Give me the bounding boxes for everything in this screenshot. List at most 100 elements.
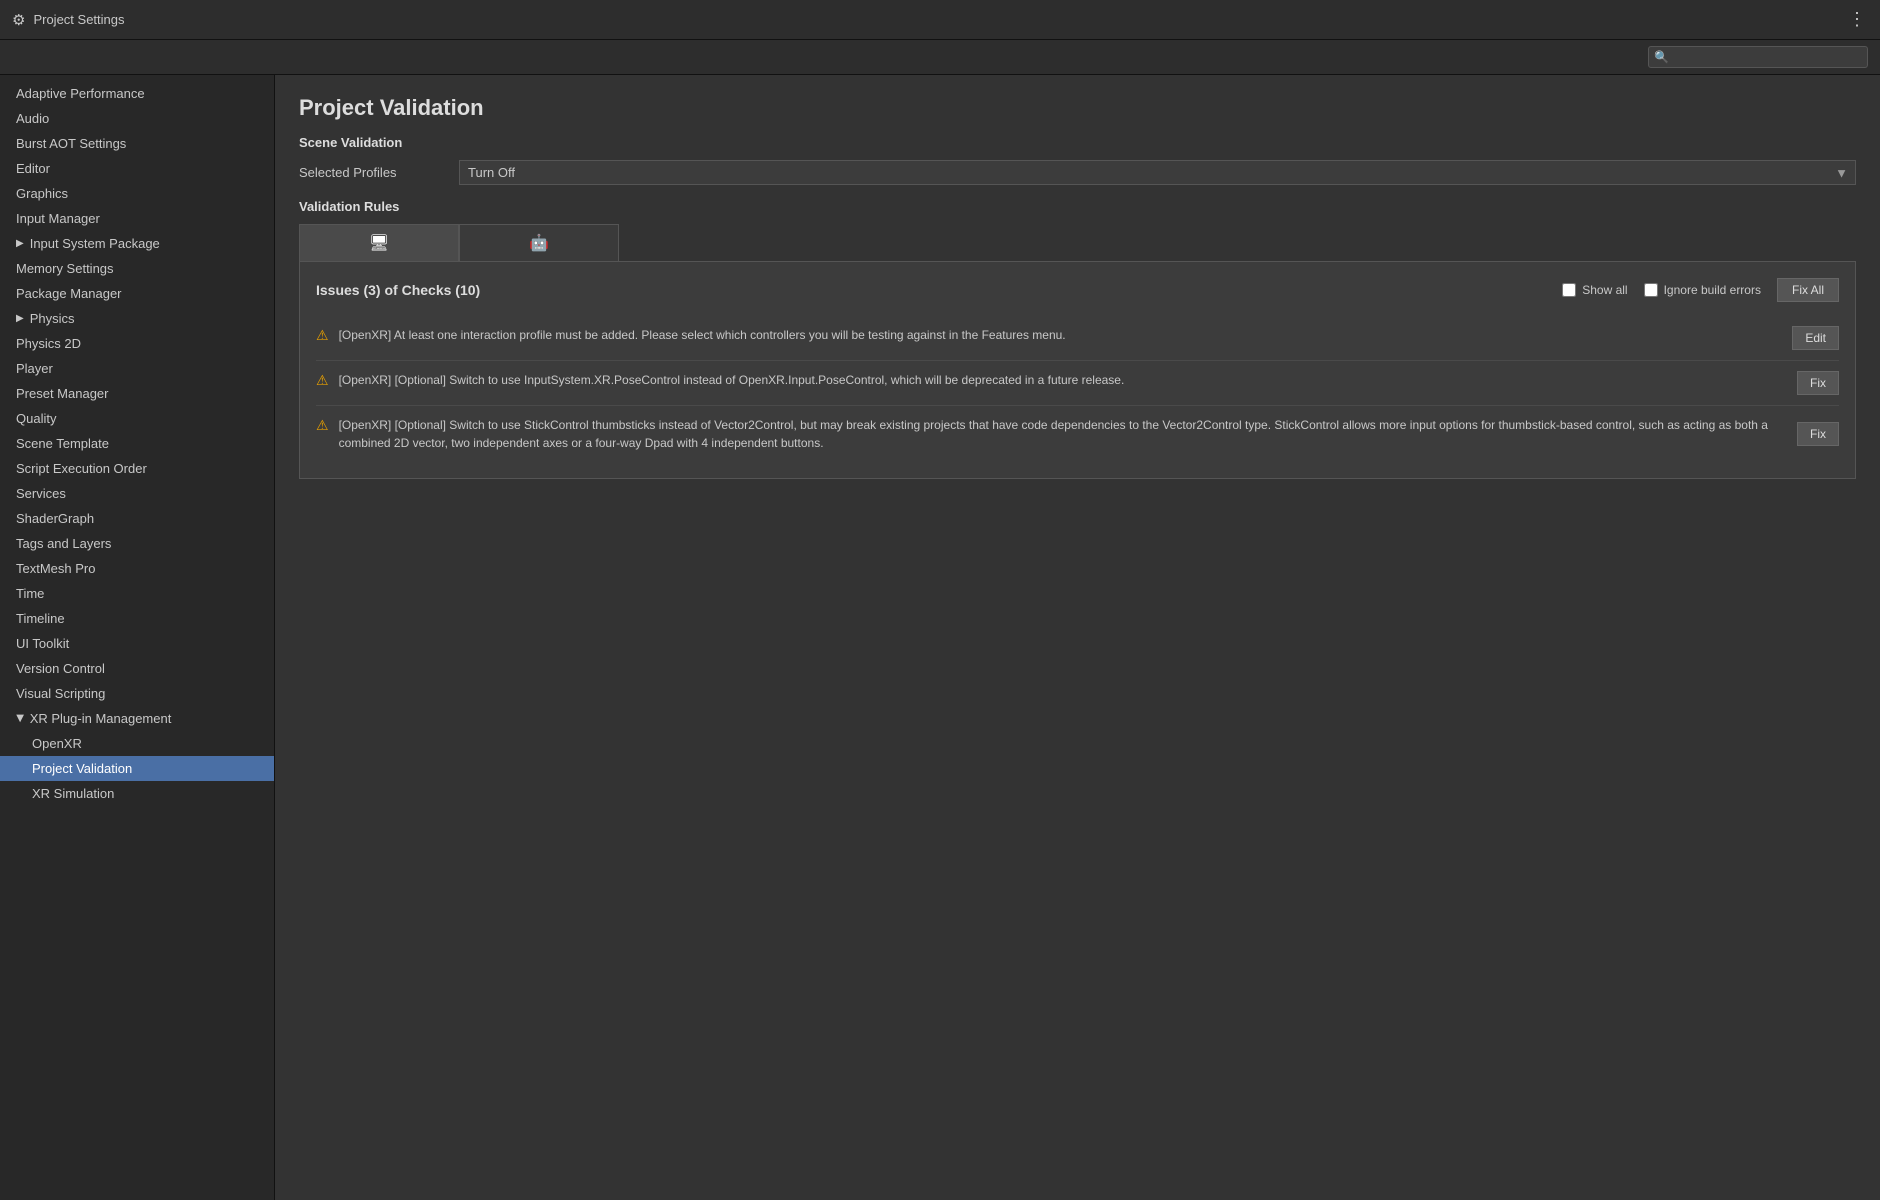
warning-icon: ⚠ — [316, 372, 329, 389]
sidebar-item-label: Player — [16, 361, 53, 376]
arrow-right-icon: ▶ — [16, 313, 24, 324]
show-all-checkbox[interactable] — [1562, 283, 1576, 297]
sidebar-item-openxr[interactable]: OpenXR — [0, 731, 274, 756]
selected-profiles-row: Selected Profiles Turn Off Profile 1 Pro… — [299, 160, 1856, 185]
sidebar-item-label: Audio — [16, 111, 49, 126]
sidebar-item-label: Version Control — [16, 661, 105, 676]
sidebar-item-input-manager[interactable]: Input Manager — [0, 206, 274, 231]
sidebar-item-burst-aot-settings[interactable]: Burst AOT Settings — [0, 131, 274, 156]
search-icon: 🔍 — [1654, 50, 1669, 64]
issues-header: Issues (3) of Checks (10) Show all Ignor… — [316, 278, 1839, 302]
sidebar-item-time[interactable]: Time — [0, 581, 274, 606]
ignore-build-errors-checkbox[interactable] — [1644, 283, 1658, 297]
issues-panel: Issues (3) of Checks (10) Show all Ignor… — [299, 261, 1856, 479]
sidebar-item-graphics[interactable]: Graphics — [0, 181, 274, 206]
sidebar-item-label: Input System Package — [30, 236, 160, 251]
searchbar: 🔍 — [0, 40, 1880, 75]
sidebar-item-label: Adaptive Performance — [16, 86, 145, 101]
sidebar-item-script-execution-order[interactable]: Script Execution Order — [0, 456, 274, 481]
sidebar-item-services[interactable]: Services — [0, 481, 274, 506]
sidebar-item-xr-plug-in-management[interactable]: ▶XR Plug-in Management — [0, 706, 274, 731]
validation-rules-label: Validation Rules — [299, 199, 1856, 214]
issues-list: ⚠ [OpenXR] At least one interaction profi… — [316, 316, 1839, 462]
sidebar-item-label: Memory Settings — [16, 261, 114, 276]
selected-profiles-label: Selected Profiles — [299, 165, 459, 180]
search-input[interactable] — [1648, 46, 1868, 68]
sidebar-item-label: Scene Template — [16, 436, 109, 451]
sidebar-item-audio[interactable]: Audio — [0, 106, 274, 131]
sidebar-item-textmesh-pro[interactable]: TextMesh Pro — [0, 556, 274, 581]
issue-row: ⚠[OpenXR] [Optional] Switch to use Stick… — [316, 406, 1839, 462]
sidebar-item-quality[interactable]: Quality — [0, 406, 274, 431]
window-title: Project Settings — [33, 12, 124, 27]
sidebar-item-label: Project Validation — [32, 761, 132, 776]
issues-title: Issues (3) of Checks (10) — [316, 282, 1546, 298]
scene-validation-label: Scene Validation — [299, 135, 1856, 150]
tab-android[interactable]: 🤖 — [459, 224, 619, 261]
sidebar-item-editor[interactable]: Editor — [0, 156, 274, 181]
sidebar-item-package-manager[interactable]: Package Manager — [0, 281, 274, 306]
sidebar-item-label: UI Toolkit — [16, 636, 69, 651]
menu-button[interactable]: ⋮ — [1848, 9, 1868, 30]
sidebar-item-label: XR Plug-in Management — [30, 711, 172, 726]
tab-desktop[interactable]: 🖥 — [299, 224, 459, 261]
sidebar-item-tags-and-layers[interactable]: Tags and Layers — [0, 531, 274, 556]
content-area: Project Validation Scene Validation Sele… — [275, 75, 1880, 1200]
desktop-icon: 🖥 — [369, 233, 389, 253]
ignore-build-errors-group: Ignore build errors — [1644, 283, 1761, 297]
sidebar-item-scene-template[interactable]: Scene Template — [0, 431, 274, 456]
platform-tabs: 🖥 🤖 — [299, 224, 1856, 261]
warning-icon: ⚠ — [316, 417, 329, 434]
sidebar-item-label: Tags and Layers — [16, 536, 111, 551]
sidebar-item-version-control[interactable]: Version Control — [0, 656, 274, 681]
sidebar-item-label: Physics — [30, 311, 75, 326]
issue-text: [OpenXR] [Optional] Switch to use InputS… — [339, 371, 1787, 389]
fix-button[interactable]: Fix — [1797, 422, 1839, 446]
main-layout: Adaptive Performance Audio Burst AOT Setti… — [0, 75, 1880, 1200]
sidebar-item-label: Editor — [16, 161, 50, 176]
sidebar-item-xr-simulation[interactable]: XR Simulation — [0, 781, 274, 806]
sidebar-item-adaptive-performance[interactable]: Adaptive Performance — [0, 81, 274, 106]
sidebar-item-label: Timeline — [16, 611, 65, 626]
sidebar-item-input-system-package[interactable]: ▶ Input System Package — [0, 231, 274, 256]
sidebar-item-label: Time — [16, 586, 44, 601]
selected-profiles-select-wrapper: Turn Off Profile 1 Profile 2 ▼ — [459, 160, 1856, 185]
sidebar-item-label: XR Simulation — [32, 786, 114, 801]
sidebar-item-project-validation[interactable]: Project Validation — [0, 756, 274, 781]
sidebar-item-shadergraph[interactable]: ShaderGraph — [0, 506, 274, 531]
page-title: Project Validation — [299, 95, 1856, 121]
content-inner: Project Validation Scene Validation Sele… — [275, 75, 1880, 1200]
sidebar-item-ui-toolkit[interactable]: UI Toolkit — [0, 631, 274, 656]
sidebar-item-label: Physics 2D — [16, 336, 81, 351]
sidebar-item-timeline[interactable]: Timeline — [0, 606, 274, 631]
sidebar-item-physics-2d[interactable]: Physics 2D — [0, 331, 274, 356]
sidebar-item-preset-manager[interactable]: Preset Manager — [0, 381, 274, 406]
show-all-group: Show all — [1562, 283, 1627, 297]
settings-icon: ⚙ — [12, 11, 25, 29]
arrow-right-icon: ▶ — [16, 238, 24, 249]
sidebar-item-physics[interactable]: ▶ Physics — [0, 306, 274, 331]
edit-button[interactable]: Edit — [1792, 326, 1839, 350]
sidebar-item-memory-settings[interactable]: Memory Settings — [0, 256, 274, 281]
sidebar-item-player[interactable]: Player — [0, 356, 274, 381]
issue-row: ⚠ [OpenXR] At least one interaction profi… — [316, 316, 1839, 361]
sidebar-item-label: Preset Manager — [16, 386, 109, 401]
show-all-label: Show all — [1582, 283, 1627, 297]
issue-row: ⚠ [OpenXR] [Optional] Switch to use Input… — [316, 361, 1839, 406]
issue-text: [OpenXR] At least one interaction profil… — [339, 326, 1783, 344]
sidebar: Adaptive Performance Audio Burst AOT Setti… — [0, 75, 275, 1200]
selected-profiles-select[interactable]: Turn Off Profile 1 Profile 2 — [459, 160, 1856, 185]
sidebar-item-visual-scripting[interactable]: Visual Scripting — [0, 681, 274, 706]
sidebar-item-label: Script Execution Order — [16, 461, 147, 476]
sidebar-item-label: Services — [16, 486, 66, 501]
android-icon: 🤖 — [529, 233, 549, 253]
sidebar-item-label: OpenXR — [32, 736, 82, 751]
sidebar-item-label: Graphics — [16, 186, 68, 201]
search-wrapper: 🔍 — [1648, 46, 1868, 68]
fix-button[interactable]: Fix — [1797, 371, 1839, 395]
fix-all-button[interactable]: Fix All — [1777, 278, 1839, 302]
warning-icon: ⚠ — [316, 327, 329, 344]
ignore-build-errors-label: Ignore build errors — [1664, 283, 1761, 297]
sidebar-item-label: Input Manager — [16, 211, 100, 226]
titlebar: ⚙ Project Settings ⋮ — [0, 0, 1880, 40]
